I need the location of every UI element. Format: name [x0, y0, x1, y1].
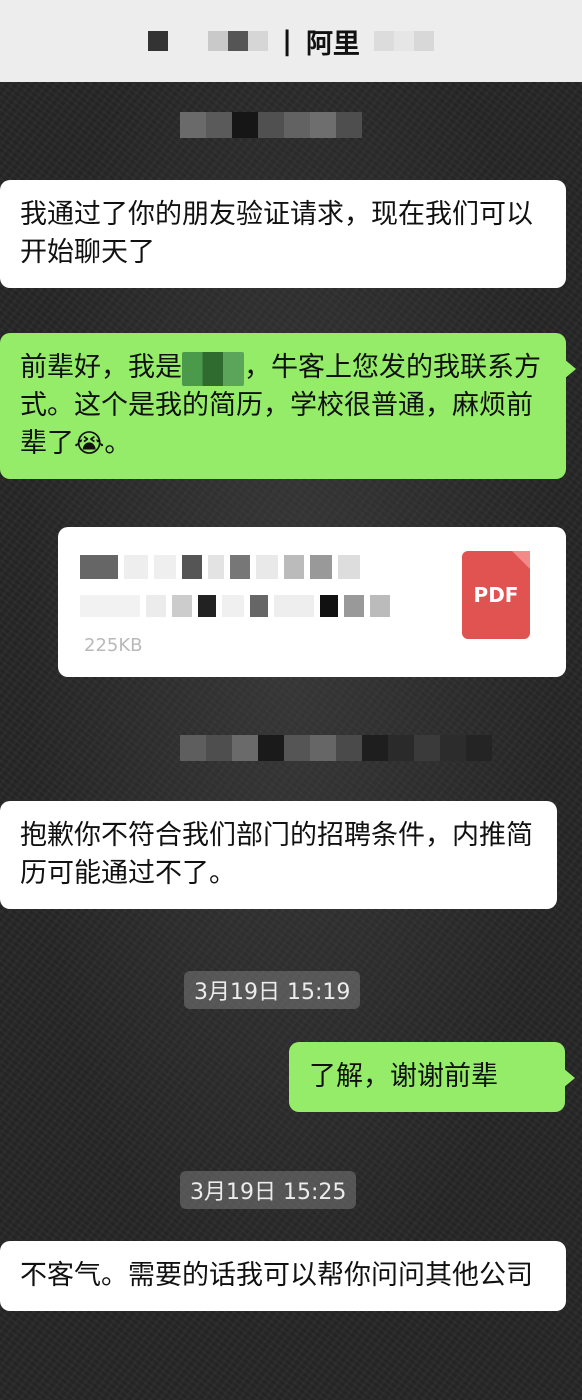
message-bubble-sent[interactable]: 了解，谢谢前辈: [289, 1042, 575, 1112]
timestamp: 3月19日 15:19: [184, 971, 361, 1009]
message-bubble-received[interactable]: 我通过了你的朋友验证请求，现在我们可以开始聊天了: [0, 180, 566, 288]
pdf-file-icon: PDF: [462, 551, 530, 639]
blurred-file-name-line2: [80, 595, 420, 617]
header-separator: |: [282, 25, 292, 57]
message-text: 了解，谢谢前辈: [309, 1061, 498, 1092]
chat-header: | 阿里: [0, 0, 582, 82]
message-text: 前辈好，我是: [20, 352, 182, 383]
message-bubble-received[interactable]: 抱歉你不符合我们部门的招聘条件，内推简历可能通过不了。: [0, 801, 557, 909]
message-bubble-received[interactable]: 不客气。需要的话我可以帮你问问其他公司: [0, 1241, 566, 1311]
blurred-name-left: [148, 31, 269, 51]
message-bubble-sent[interactable]: 前辈好，我是 ，牛客上您发的我联系方式。这个是我的简历，学校很普通，麻烦前辈了😭。: [0, 333, 576, 479]
message-text: 我通过了你的朋友验证请求，现在我们可以开始聊天了: [20, 199, 533, 268]
crying-laughing-emoji-icon: 😭: [74, 429, 105, 459]
blurred-name-inline: [182, 351, 244, 386]
message-text: 不客气。需要的话我可以帮你问问其他公司: [20, 1260, 533, 1291]
blurred-file-name: [80, 555, 440, 579]
blurred-sender-name: [180, 112, 362, 138]
contact-name[interactable]: 阿里: [306, 22, 360, 61]
blurred-sender-name: [180, 735, 492, 761]
timestamp: 3月19日 15:25: [180, 1171, 357, 1209]
message-text: 抱歉你不符合我们部门的招聘条件，内推简历可能通过不了。: [20, 820, 533, 889]
file-size: 225KB: [84, 635, 143, 656]
blurred-name-right: [373, 31, 434, 51]
file-attachment-card[interactable]: 225KB PDF: [58, 527, 566, 677]
message-text: 。: [104, 428, 132, 459]
